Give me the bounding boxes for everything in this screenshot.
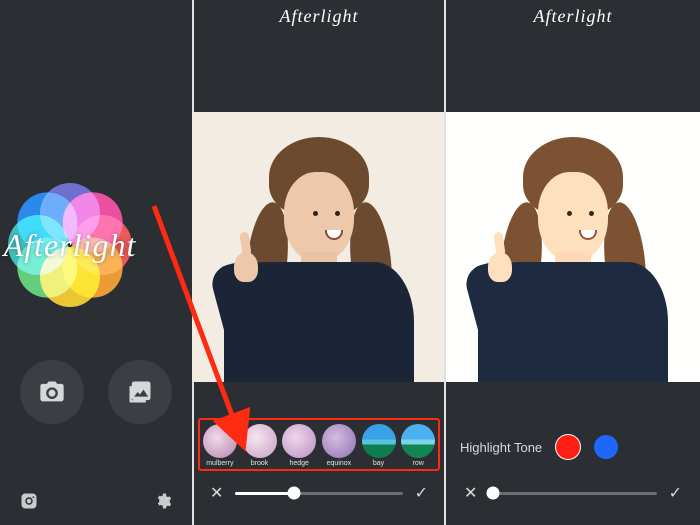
filter-swatch-icon [362, 424, 396, 458]
confirm-button[interactable]: ✓ [669, 483, 682, 503]
photo-library-icon [126, 378, 154, 406]
photo-preview[interactable] [446, 112, 700, 382]
gear-icon [154, 492, 172, 510]
tone-option-red[interactable] [556, 435, 580, 459]
camera-button[interactable] [20, 360, 84, 424]
filter-strip[interactable]: mulberry brookhedge equinox bayrow [198, 418, 440, 471]
home-panel: Afterlight [0, 0, 192, 525]
settings-button[interactable] [154, 492, 172, 515]
cancel-button[interactable]: ✕ [210, 483, 223, 503]
filter-swatch-icon [282, 424, 316, 458]
filter-swatch-icon [243, 424, 277, 458]
instagram-icon [20, 492, 38, 510]
filter-brook[interactable]: brook [242, 424, 278, 467]
filter-label: brook [242, 460, 278, 467]
tone-option-blue[interactable] [594, 435, 618, 459]
filter-bay[interactable]: bay [361, 424, 397, 467]
filter-swatch-icon [401, 424, 435, 458]
brand-wordmark: Afterlight [0, 160, 170, 330]
filter-label: equinox [321, 460, 357, 467]
filter-hedge[interactable]: hedge [281, 424, 317, 467]
tone-row: Highlight Tone [446, 425, 700, 469]
filter-mulberry[interactable]: mulberry [202, 424, 238, 467]
cancel-button[interactable]: ✕ [464, 483, 477, 503]
filter-row[interactable]: row [400, 424, 436, 467]
filter-label: hedge [281, 460, 317, 467]
tone-label: Highlight Tone [460, 440, 542, 455]
filter-equinox[interactable]: equinox [321, 424, 357, 467]
brand-logo: Afterlight [0, 160, 170, 330]
filter-swatch-icon [322, 424, 356, 458]
app-title: Afterlight [192, 0, 446, 32]
control-bar: ✕ ✓ [192, 483, 446, 503]
intensity-slider[interactable] [489, 492, 656, 495]
camera-icon [38, 378, 66, 406]
filter-swatch-icon [203, 424, 237, 458]
instagram-button[interactable] [20, 492, 38, 515]
filter-label: mulberry [202, 460, 238, 467]
photo-preview[interactable] [192, 112, 446, 382]
filter-label: row [400, 460, 436, 467]
library-button[interactable] [108, 360, 172, 424]
control-bar: ✕ ✓ [446, 483, 700, 503]
intensity-slider[interactable] [235, 492, 402, 495]
editor-filters-panel: Afterlight mulberry brookhedge equinox bayr… [192, 0, 446, 525]
app-title: Afterlight [446, 0, 700, 32]
filter-label: bay [361, 460, 397, 467]
confirm-button[interactable]: ✓ [415, 483, 428, 503]
editor-tone-panel: Afterlight Highlight Tone ✕ [446, 0, 700, 525]
